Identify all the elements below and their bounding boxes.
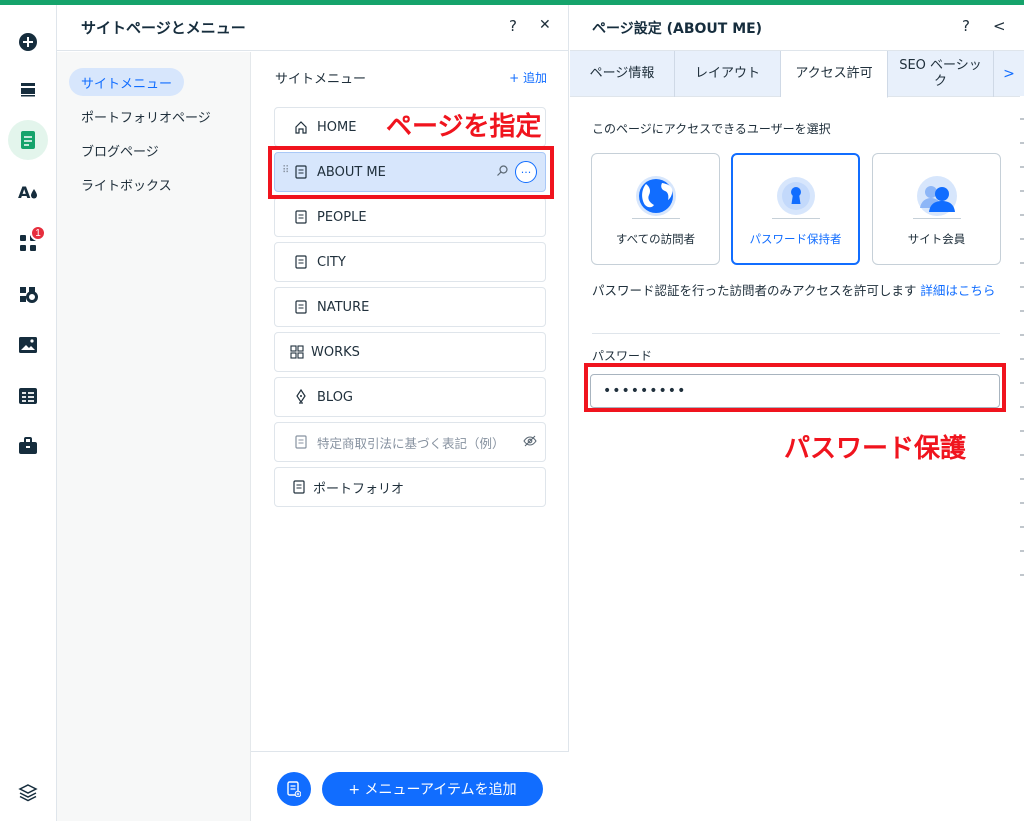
globe-icon [636,176,676,216]
more-actions-button[interactable]: ··· [515,161,537,183]
back-icon[interactable]: < [993,17,1006,35]
media-icon[interactable] [8,325,48,365]
drag-handle-icon[interactable]: ⠿ [282,165,289,176]
page-icon [293,209,309,225]
panel-header: サイトページとメニュー ? ✕ [57,5,569,51]
portfolio-icon[interactable] [8,426,48,466]
apps-icon[interactable]: 1 [8,223,48,263]
nav-item-blog-pages[interactable]: ブログページ [69,136,171,164]
page-label: NATURE [317,299,370,315]
site-menu-list: サイトメニュー + 追加 HOME ⠿ ABOUT ME ··· PEOPLE … [251,52,569,821]
page-label: ポートフォリオ [313,481,405,497]
cms-icon[interactable] [8,376,48,416]
divider [592,333,1000,334]
page-row-legal-notice[interactable]: 特定商取引法に基づく表記（例） [274,422,546,462]
page-row-works[interactable]: WORKS [274,332,546,372]
page-row-people[interactable]: PEOPLE [274,197,546,237]
nav-item-lightboxes[interactable]: ライトボックス [69,170,184,198]
tab-page-info[interactable]: ページ情報 [570,51,675,97]
add-menu-item-button[interactable]: + メニューアイテムを追加 [322,772,543,806]
password-field[interactable]: ••••••••• [590,374,1000,408]
annotation-password-protect: パスワード保護 [784,434,967,464]
page-row-blog[interactable]: BLOG [274,377,546,417]
option-password-holders[interactable]: パスワード保持者 [731,153,860,265]
annotation-page-select: ページを指定 [386,112,542,142]
option-all-visitors[interactable]: すべての訪問者 [591,153,720,265]
tab-layout[interactable]: レイアウト [675,51,781,97]
page-icon [293,299,309,315]
page-row-about-me[interactable]: ⠿ ABOUT ME ··· [274,152,546,192]
details-link[interactable]: 詳細はこちら [920,283,995,298]
sections-icon[interactable] [8,69,48,109]
members-icon [917,176,957,216]
settings-header: ページ設定 (ABOUT ME) ? < [570,5,1024,51]
page-row-nature[interactable]: NATURE [274,287,546,327]
page-label: ABOUT ME [317,164,386,180]
panel-footer: + メニューアイテムを追加 [251,751,569,821]
add-page-button[interactable] [277,772,311,806]
panel-title: サイトページとメニュー [81,19,246,37]
help-icon[interactable]: ? [509,17,517,35]
editor-canvas-edge [1020,96,1024,576]
add-page-link[interactable]: + 追加 [509,69,547,86]
help-icon[interactable]: ? [962,17,970,35]
notification-badge: 1 [30,225,46,241]
access-label: このページにアクセスできるユーザーを選択 [592,122,831,136]
option-label: サイト会員 [907,232,966,246]
home-icon [293,119,309,135]
settings-tabs: ページ情報 レイアウト アクセス許可 SEO ベーシック > [570,51,1024,98]
hidden-eye-icon[interactable] [523,435,537,451]
business-tools-icon[interactable] [8,275,48,315]
nav-item-portfolio-pages[interactable]: ポートフォリオページ [69,102,223,130]
search-settings-icon[interactable] [496,164,509,181]
page-row-portfolio[interactable]: ポートフォリオ [274,467,546,507]
page-icon [293,254,309,270]
pages-nav: サイトメニュー ポートフォリオページ ブログページ ライトボックス [57,52,251,821]
page-icon [293,434,309,450]
keyhole-icon [777,177,815,215]
password-label: パスワード [592,349,653,363]
option-label: すべての訪問者 [615,232,696,246]
add-elements-icon[interactable] [8,22,48,62]
option-label: パスワード保持者 [749,232,842,246]
tab-seo-basics[interactable]: SEO ベーシック [888,51,994,97]
page-icon [293,164,309,180]
nav-item-site-menu[interactable]: サイトメニュー [69,68,185,96]
description-text: パスワード認証を行った訪問者のみアクセスを許可します [592,283,917,298]
page-label: PEOPLE [317,209,367,225]
option-site-members[interactable]: サイト会員 [872,153,1001,265]
gallery-icon [289,344,305,360]
pages-menus-icon[interactable] [8,120,48,160]
close-icon[interactable]: ✕ [539,17,551,33]
tabs-next-icon[interactable]: > [994,51,1024,97]
page-row-city[interactable]: CITY [274,242,546,282]
page-label: WORKS [311,344,360,360]
page-settings-panel: ページ設定 (ABOUT ME) ? < ページ情報 レイアウト アクセス許可 … [570,5,1024,821]
tab-permissions[interactable]: アクセス許可 [781,51,888,98]
page-label: BLOG [317,389,354,405]
menu-heading: サイトメニュー [275,72,367,87]
access-description: パスワード認証を行った訪問者のみアクセスを許可します 詳細はこちら [592,282,1002,299]
page-icon [291,479,307,495]
pen-icon [293,389,309,405]
layers-icon[interactable] [8,772,48,812]
left-rail: A 1 [0,5,57,821]
page-label: CITY [317,254,346,270]
site-design-icon[interactable]: A [8,172,48,212]
svg-text:A: A [18,183,31,202]
page-label: 特定商取引法に基づく表記（例） [317,435,505,451]
page-label: HOME [317,119,357,135]
settings-title: ページ設定 (ABOUT ME) [592,20,763,37]
